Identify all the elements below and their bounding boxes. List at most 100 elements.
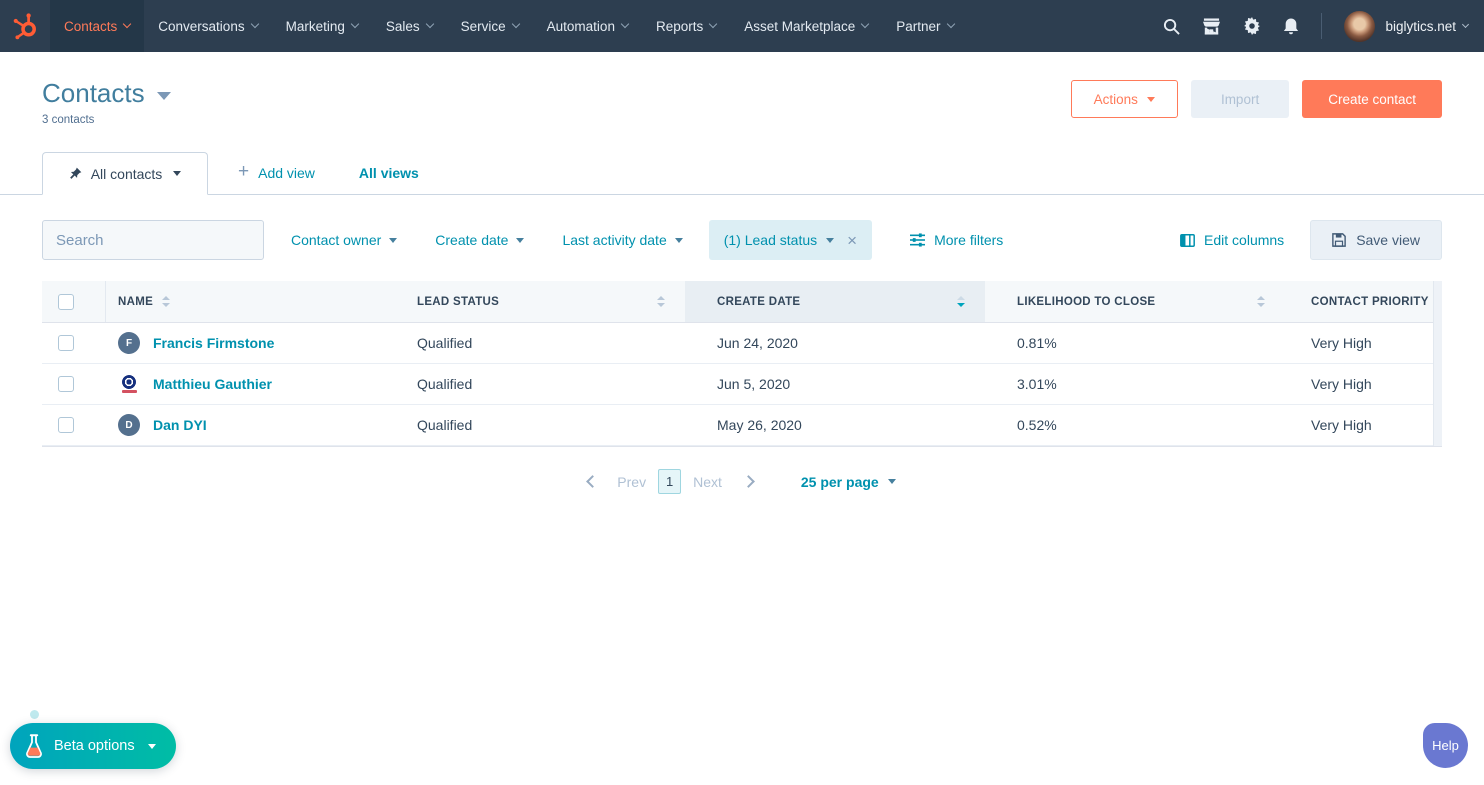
name-cell: D Dan DYI (106, 405, 385, 445)
column-header-name[interactable]: NAME (106, 281, 385, 322)
nav-item-conversations[interactable]: Conversations (144, 0, 271, 52)
remove-filter-icon[interactable]: × (847, 232, 857, 249)
search-input[interactable] (56, 231, 255, 249)
nav-item-marketing[interactable]: Marketing (272, 0, 372, 52)
next-page-button[interactable]: Next (693, 474, 722, 490)
select-all-checkbox[interactable] (58, 293, 74, 310)
chevron-down-icon (1146, 96, 1155, 102)
row-checkbox[interactable] (58, 376, 74, 392)
filter-contact-owner[interactable]: Contact owner (291, 232, 398, 248)
chevron-down-icon (147, 743, 156, 749)
actions-button[interactable]: Actions (1070, 80, 1178, 118)
sort-icon[interactable] (162, 296, 171, 307)
save-view-button[interactable]: Save view (1310, 220, 1442, 260)
contact-name-link[interactable]: Dan DYI (153, 417, 207, 433)
edit-columns-label: Edit columns (1204, 232, 1285, 248)
create-contact-label: Create contact (1328, 91, 1416, 107)
hubspot-sprocket-icon (13, 13, 36, 40)
contact-name-link[interactable]: Francis Firmstone (153, 335, 274, 351)
chevron-down-icon (123, 19, 132, 29)
select-all-cell (42, 281, 106, 322)
nav-item-label: Sales (385, 18, 420, 34)
nav-item-label: Automation (546, 18, 615, 34)
column-header-create-date[interactable]: CREATE DATE (685, 281, 985, 322)
notifications-icon[interactable] (1283, 17, 1299, 36)
likelihood-cell: 0.52% (1017, 417, 1057, 433)
nav-item-sales[interactable]: Sales (372, 0, 447, 52)
likelihood-cell: 0.81% (1017, 335, 1057, 351)
import-button[interactable]: Import (1190, 80, 1290, 118)
edit-columns-button[interactable]: Edit columns (1180, 232, 1284, 248)
nav-item-label: Asset Marketplace (744, 18, 856, 34)
hubspot-logo[interactable] (0, 0, 50, 52)
row-checkbox[interactable] (58, 335, 74, 351)
nav-item-service[interactable]: Service (447, 0, 533, 52)
create-date-cell: May 26, 2020 (717, 417, 802, 433)
chevron-down-icon (708, 19, 718, 29)
chevron-down-icon (250, 19, 259, 29)
table-row: F Francis Firmstone Qualified Jun 24, 20… (42, 323, 1442, 364)
create-date-cell: Jun 24, 2020 (717, 335, 798, 351)
contacts-table: NAME LEAD STATUS CREATE DATE LIKELIHOOD … (42, 281, 1442, 447)
chevron-down-icon (389, 237, 398, 243)
sort-icon[interactable] (1257, 296, 1265, 307)
search-box (42, 220, 264, 260)
settings-icon[interactable] (1243, 17, 1261, 35)
prev-page-button[interactable]: Prev (617, 474, 646, 490)
column-label: NAME (118, 295, 154, 308)
nav-item-automation[interactable]: Automation (533, 0, 642, 52)
floppy-disk-icon (1332, 233, 1347, 247)
chevron-down-icon (674, 237, 683, 243)
name-cell: F Francis Firmstone (106, 323, 385, 363)
search-icon[interactable] (1163, 18, 1181, 35)
next-page-chevron-icon[interactable] (742, 475, 755, 488)
contact-name-link[interactable]: Matthieu Gauthier (153, 376, 272, 392)
plus-icon: + (238, 161, 250, 182)
row-select-cell (42, 405, 106, 445)
tab-all-contacts[interactable]: All contacts (42, 152, 208, 195)
more-filters-button[interactable]: More filters (910, 232, 1003, 248)
row-checkbox[interactable] (58, 417, 74, 433)
filter-label: Last activity date (562, 232, 667, 248)
help-button[interactable]: Help (1423, 723, 1468, 768)
marketplace-icon[interactable] (1202, 17, 1221, 35)
filter-lead-status-active[interactable]: (1) Lead status × (708, 220, 873, 260)
row-select-cell (42, 364, 106, 404)
beta-options-label: Beta options (54, 738, 135, 754)
contact-avatar: D (118, 414, 140, 436)
all-views-link[interactable]: All views (359, 165, 419, 181)
views-tab-bar: All contacts + Add view All views (0, 152, 1484, 195)
page-title-dropdown[interactable]: Contacts (42, 78, 171, 109)
nav-menu: Contacts Conversations Marketing Sales S… (50, 0, 968, 52)
nav-divider (1321, 13, 1323, 39)
header-actions: Actions Import Create contact (1070, 80, 1442, 118)
pushpin-icon (69, 167, 82, 179)
column-header-likelihood-to-close[interactable]: LIKELIHOOD TO CLOSE (985, 281, 1285, 322)
add-view-button[interactable]: + Add view (238, 161, 315, 183)
filter-last-activity-date[interactable]: Last activity date (562, 232, 683, 248)
sort-descending-icon[interactable] (957, 296, 965, 307)
column-header-lead-status[interactable]: LEAD STATUS (385, 281, 685, 322)
import-label: Import (1220, 91, 1260, 107)
beta-bubble-decoration (30, 710, 39, 719)
beta-options-button[interactable]: Beta options (10, 723, 176, 769)
pagination: Prev 1 Next 25 per page (42, 469, 1442, 494)
nav-item-reports[interactable]: Reports (642, 0, 730, 52)
account-menu[interactable]: biglytics.net (1344, 10, 1470, 42)
nav-item-contacts[interactable]: Contacts (50, 0, 145, 52)
create-contact-button[interactable]: Create contact (1302, 80, 1442, 118)
table-scrollbar[interactable] (1433, 281, 1442, 446)
column-header-contact-priority[interactable]: CONTACT PRIORITY (1285, 281, 1442, 322)
nav-item-partner[interactable]: Partner (882, 0, 967, 52)
nav-item-asset-marketplace[interactable]: Asset Marketplace (730, 0, 882, 52)
current-page-button[interactable]: 1 (658, 469, 682, 494)
per-page-dropdown[interactable]: 25 per page (801, 474, 896, 490)
chevron-down-icon (516, 237, 525, 243)
prev-page-chevron-icon[interactable] (586, 475, 600, 488)
chevron-down-icon (350, 19, 360, 29)
nav-item-label: Contacts (64, 18, 118, 34)
chevron-down-icon (826, 237, 835, 243)
sort-icon[interactable] (657, 296, 665, 307)
lead-status-cell: Qualified (417, 417, 473, 433)
filter-create-date[interactable]: Create date (435, 232, 525, 248)
